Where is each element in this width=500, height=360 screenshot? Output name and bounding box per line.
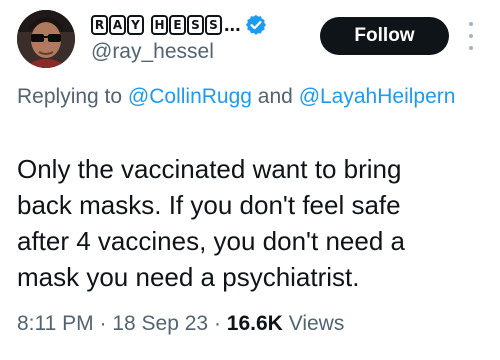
replying-to-prefix: Replying to: [17, 85, 123, 108]
tweet-time[interactable]: 8:11 PM: [17, 312, 94, 335]
meta-separator: ·: [213, 312, 221, 335]
display-name[interactable]: R A Y H E S S ...: [91, 13, 267, 37]
tweet-text: Only the vaccinated want to bring back m…: [17, 154, 405, 292]
avatar[interactable]: [17, 10, 75, 68]
verified-badge-icon[interactable]: [245, 14, 267, 36]
mention-link[interactable]: @CollinRugg: [128, 85, 252, 108]
display-name-ellipsis: ...: [224, 13, 241, 36]
replying-to-conjunction: and: [257, 85, 293, 108]
more-dot: [469, 34, 473, 38]
follow-button[interactable]: Follow: [320, 17, 449, 55]
name-letter-tile: E: [169, 15, 186, 35]
more-dot: [469, 46, 473, 50]
name-letter-tile: R: [91, 15, 108, 35]
display-name-tiles: R A Y H E S S: [91, 15, 223, 35]
meta-separator: ·: [99, 312, 107, 335]
avatar-image: [17, 10, 75, 68]
more-vertical-icon[interactable]: [465, 22, 477, 50]
name-letter-tile: S: [187, 15, 204, 35]
replying-to: Replying to @CollinRugg and @LayahHeilpe…: [17, 82, 457, 112]
views-label: Views: [288, 312, 345, 335]
name-letter-tile: H: [151, 15, 168, 35]
name-letter-tile: A: [109, 15, 126, 35]
mention-link[interactable]: @LayahHeilpern: [299, 85, 456, 108]
views-count[interactable]: 16.6K: [227, 312, 283, 335]
author-handle[interactable]: @ray_hessel: [91, 40, 214, 64]
name-letter-tile: S: [205, 15, 222, 35]
name-letter-tile: Y: [127, 15, 144, 35]
more-dot: [469, 22, 473, 26]
tweet-meta: 8:11 PM · 18 Sep 23 · 16.6K Views: [17, 312, 344, 336]
tweet-date[interactable]: 18 Sep 23: [112, 312, 208, 335]
